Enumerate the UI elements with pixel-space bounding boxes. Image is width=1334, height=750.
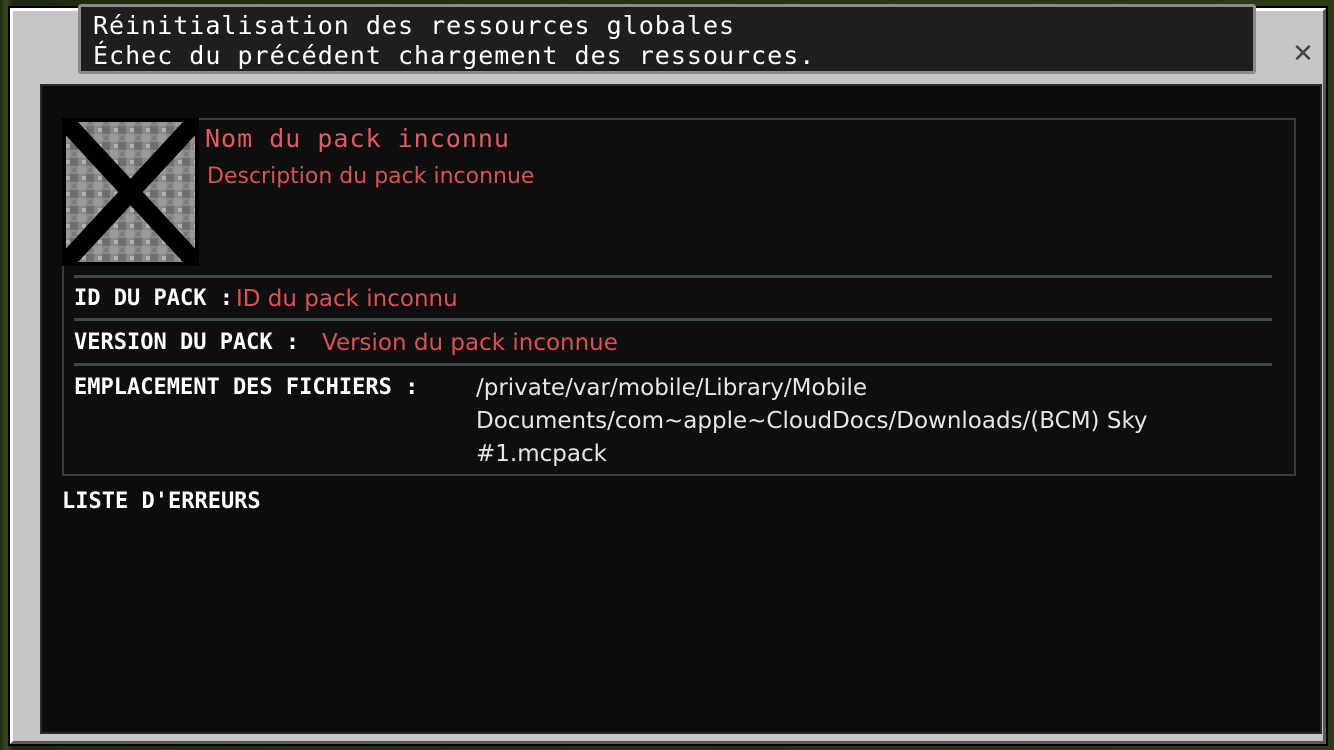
resource-reset-dialog: Nom du pack inconnu Description du pack …: [8, 6, 1328, 746]
divider: [74, 275, 1272, 278]
file-location-label: EMPLACEMENT DES FICHIERS :: [74, 375, 419, 400]
pack-version-label: VERSION DU PACK :: [74, 330, 300, 355]
close-icon: ✕: [1292, 39, 1314, 69]
divider: [74, 363, 1272, 366]
pack-details-panel: Nom du pack inconnu Description du pack …: [40, 84, 1322, 734]
divider: [74, 318, 1272, 321]
file-location-value: /private/var/mobile/Library/Mobile Docum…: [476, 375, 1148, 467]
dialog-subtitle: Échec du précédent chargement des ressou…: [93, 41, 816, 70]
pack-name: Nom du pack inconnu: [205, 124, 510, 153]
pack-card: Nom du pack inconnu Description du pack …: [57, 113, 1296, 476]
close-button[interactable]: ✕: [1275, 27, 1331, 81]
error-list-heading: LISTE D'ERREURS: [62, 489, 261, 514]
pack-description: Description du pack inconnue: [207, 164, 535, 189]
pack-id-label: ID DU PACK :: [74, 286, 233, 311]
dialog-title: Réinitialisation des ressources globales: [93, 11, 736, 40]
pack-version-value: Version du pack inconnue: [322, 330, 618, 356]
title-bar: Réinitialisation des ressources globales…: [78, 4, 1256, 74]
pack-id-value: ID du pack inconnu: [236, 286, 458, 312]
unknown-pack-icon: [57, 113, 204, 271]
